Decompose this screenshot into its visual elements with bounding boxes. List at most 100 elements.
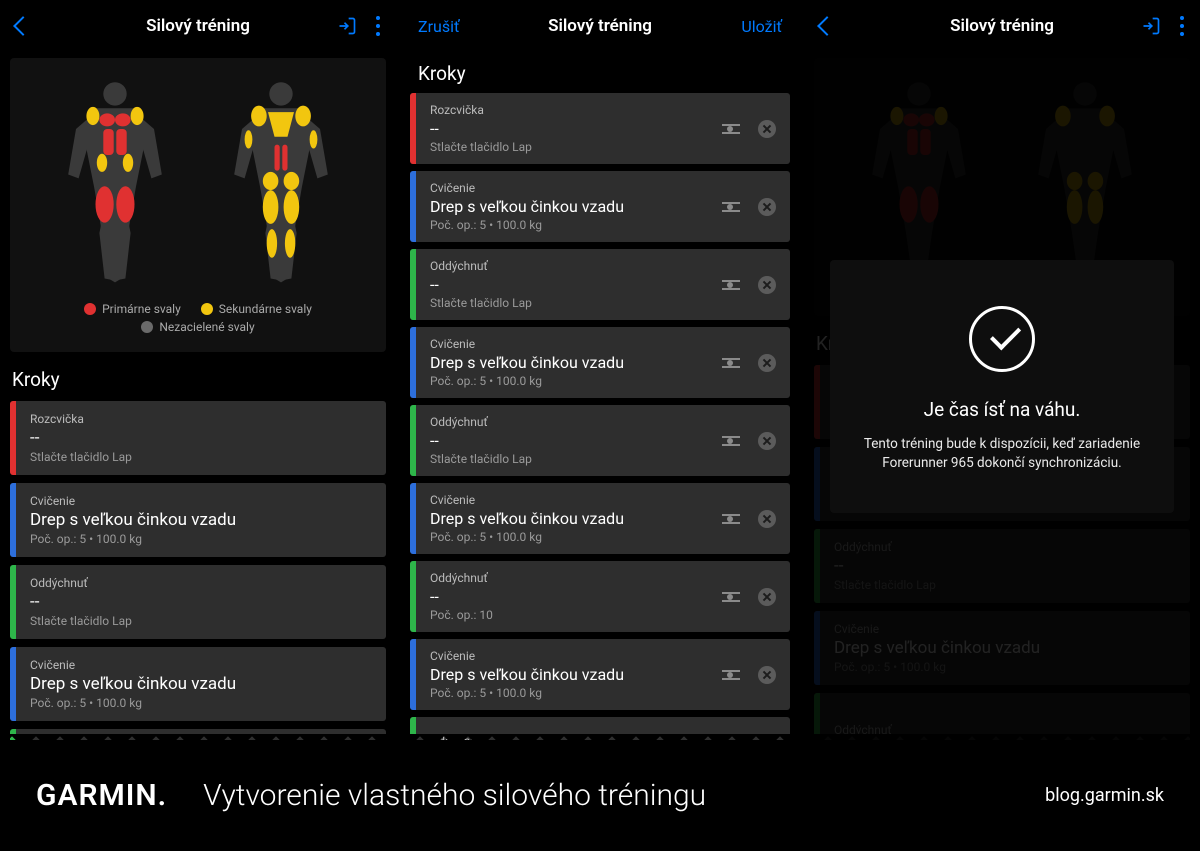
muscle-map-panel: Primárne svaly Sekundárne svaly Nezaciel…: [10, 58, 386, 352]
step-row[interactable]: Oddýchnuť: [814, 693, 1190, 740]
step-actions: [722, 171, 790, 242]
step-detail: Poč. op.: 5 • 100.0 kg: [834, 660, 1176, 674]
step-title: --: [834, 556, 1176, 576]
step-actions: [722, 93, 790, 164]
step-type: Oddýchnuť: [834, 540, 1176, 554]
step-title: Drep s veľkou činkou vzadu: [430, 665, 708, 684]
step-title: Drep s veľkou činkou vzadu: [30, 510, 372, 530]
step-detail: Poč. op.: 10: [430, 608, 708, 622]
send-to-device-icon[interactable]: [336, 16, 358, 36]
step-type: Rozcvička: [30, 412, 372, 426]
step-row[interactable]: Rozcvička--Stlačte tlačidlo Lap: [410, 93, 790, 164]
adjust-icon[interactable]: [722, 512, 740, 526]
step-detail: Poč. op.: 5 • 100.0 kg: [430, 686, 708, 700]
step-detail: Poč. op.: 5 • 100.0 kg: [430, 218, 708, 232]
body-front-icon: [854, 76, 984, 286]
step-title: Drep s veľkou činkou vzadu: [30, 674, 372, 694]
legend-secondary: Sekundárne svaly: [201, 302, 312, 316]
step-detail: Poč. op.: 5 • 100.0 kg: [430, 374, 708, 388]
adjust-icon[interactable]: [722, 122, 740, 136]
adjust-icon[interactable]: [722, 278, 740, 292]
delete-icon[interactable]: [758, 432, 776, 450]
step-row[interactable]: Oddýchnuť--Stlačte tlačidlo Lap: [410, 249, 790, 320]
step-body: Oddýchnuť--Stlačte tlačidlo Lap: [820, 529, 1190, 603]
delete-icon[interactable]: [758, 510, 776, 528]
step-row[interactable]: CvičenieDrep s veľkou činkou vzaduPoč. o…: [10, 483, 386, 557]
step-body: CvičenieDrep s veľkou činkou vzaduPoč. o…: [416, 327, 722, 398]
header: Silový tréning: [804, 0, 1200, 52]
adjust-icon[interactable]: [722, 200, 740, 214]
step-actions: [722, 405, 790, 476]
step-title: --: [430, 587, 708, 606]
adjust-icon[interactable]: [722, 356, 740, 370]
steps-heading: Kroky: [410, 52, 790, 93]
step-body: Rozcvička--Stlačte tlačidlo Lap: [16, 401, 386, 475]
step-title: Drep s veľkou činkou vzadu: [430, 197, 708, 216]
adjust-icon[interactable]: [722, 668, 740, 682]
step-body: Oddýchnuť--Poč. op.: 10: [416, 561, 722, 632]
step-body: Cvičenie Drep s veľkou činkou vzadu Poč. o…: [416, 171, 722, 242]
more-icon[interactable]: [376, 16, 380, 36]
footer: GARMIN. Vytvorenie vlastného silového tr…: [0, 740, 1200, 851]
adjust-icon[interactable]: [722, 590, 740, 604]
body-front-icon: [50, 76, 180, 286]
step-row[interactable]: Oddýchnuť--Poč. op.: 10: [410, 561, 790, 632]
step-body: Rozcvička--Stlačte tlačidlo Lap: [416, 93, 722, 164]
step-row[interactable]: CvičenieDrep s veľkou činkou vzaduPoč. o…: [10, 647, 386, 721]
legend-untargeted: Nezacielené svaly: [141, 320, 254, 334]
step-row[interactable]: Cvičenie Drep s veľkou činkou vzadu Poč. o…: [410, 171, 790, 242]
footer-tagline: Vytvorenie vlastného silového tréningu: [203, 778, 706, 813]
save-button[interactable]: Uložiť: [741, 17, 782, 36]
step-detail: Poč. op.: 5 • 100.0 kg: [30, 532, 372, 546]
step-body: Oddýchnuť--Stlačte tlačidlo Lap: [16, 565, 386, 639]
step-row[interactable]: Oddýchnuť--Stlačte tlačidlo Lap: [10, 565, 386, 639]
step-actions: [722, 249, 790, 320]
step-row[interactable]: CvičenieDrep s veľkou činkou vzaduPoč. o…: [410, 327, 790, 398]
step-title: --: [430, 431, 708, 450]
step-row[interactable]: CvičenieDrep s veľkou činkou vzaduPoč. o…: [410, 483, 790, 554]
footer-decoration: [0, 734, 1200, 748]
back-icon[interactable]: [817, 16, 837, 36]
step-row[interactable]: CvičenieDrep s veľkou činkou vzaduPoč. o…: [814, 611, 1190, 685]
step-body: Oddýchnuť--Stlačte tlačidlo Lap: [416, 405, 722, 476]
step-type: Cvičenie: [430, 337, 708, 351]
step-body: CvičenieDrep s veľkou činkou vzaduPoč. o…: [416, 639, 722, 710]
step-type: Cvičenie: [834, 622, 1176, 636]
page-title: Silový tréning: [86, 16, 310, 36]
step-row[interactable]: Oddýchnuť--Stlačte tlačidlo Lap: [814, 529, 1190, 603]
back-icon[interactable]: [13, 16, 33, 36]
step-body: CvičenieDrep s veľkou činkou vzaduPoč. o…: [16, 647, 386, 721]
step-actions: [722, 561, 790, 632]
page-title: Silový tréning: [890, 16, 1114, 36]
footer-url: blog.garmin.sk: [1045, 785, 1164, 806]
delete-icon[interactable]: [758, 120, 776, 138]
delete-icon[interactable]: [758, 354, 776, 372]
step-detail: Poč. op.: 5 • 100.0 kg: [30, 696, 372, 710]
more-icon[interactable]: [1180, 16, 1184, 36]
delete-icon[interactable]: [758, 666, 776, 684]
header: Zrušiť Silový tréning Uložiť: [402, 0, 798, 52]
delete-icon[interactable]: [758, 588, 776, 606]
step-row[interactable]: Rozcvička--Stlačte tlačidlo Lap: [10, 401, 386, 475]
brand-logo: GARMIN.: [36, 778, 167, 813]
step-detail: Stlačte tlačidlo Lap: [30, 450, 372, 464]
step-actions: [722, 639, 790, 710]
step-type: Cvičenie: [430, 181, 708, 195]
step-type: Oddýchnuť: [30, 576, 372, 590]
delete-icon[interactable]: [758, 198, 776, 216]
step-detail: Poč. op.: 5 • 100.0 kg: [430, 530, 708, 544]
sync-modal[interactable]: Je čas ísť na váhu. Tento tréning bude k…: [830, 260, 1174, 513]
adjust-icon[interactable]: [722, 434, 740, 448]
delete-icon[interactable]: [758, 276, 776, 294]
steps-heading: Kroky: [10, 352, 386, 401]
cancel-button[interactable]: Zrušiť: [418, 17, 460, 36]
step-body: CvičenieDrep s veľkou činkou vzaduPoč. o…: [416, 483, 722, 554]
step-title: --: [430, 119, 708, 138]
step-row[interactable]: CvičenieDrep s veľkou činkou vzaduPoč. o…: [410, 639, 790, 710]
step-row[interactable]: Oddýchnuť--Stlačte tlačidlo Lap: [410, 405, 790, 476]
send-to-device-icon[interactable]: [1140, 16, 1162, 36]
step-actions: [722, 327, 790, 398]
step-detail: Stlačte tlačidlo Lap: [430, 140, 708, 154]
step-detail: Stlačte tlačidlo Lap: [30, 614, 372, 628]
page-title: Silový tréning: [488, 16, 712, 36]
